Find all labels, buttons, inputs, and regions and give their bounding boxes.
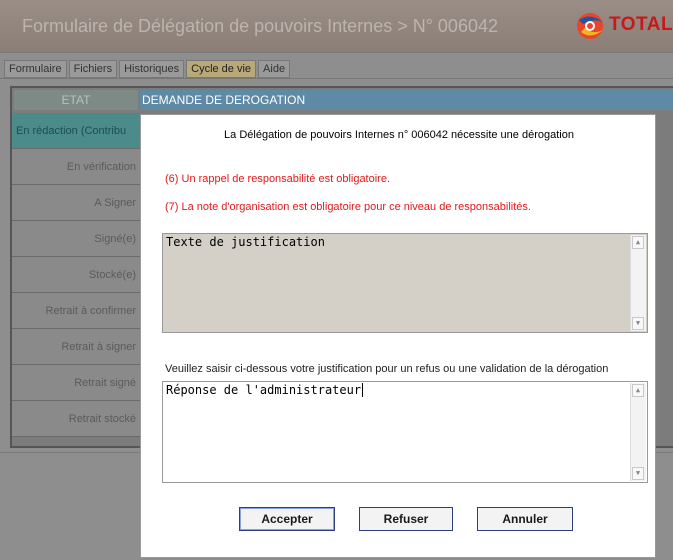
state-list: En rédaction (Contribu En vérification A… [12,113,140,437]
column-header-etat: ETAT [14,90,138,110]
column-header-demande: DEMANDE DE DEROGATION [140,90,673,110]
state-row[interactable]: Retrait à signer [12,329,140,365]
accept-button[interactable]: Accepter [239,507,335,531]
total-logo-icon [577,13,603,39]
state-row[interactable]: Signé(e) [12,221,140,257]
cancel-button[interactable]: Annuler [477,507,573,531]
refuse-button[interactable]: Refuser [359,507,453,531]
derogation-dialog: La Délégation de pouvoirs Internes n° 00… [140,114,656,558]
justification-instruction: Veuillez saisir ci-dessous votre justifi… [165,363,609,375]
justification-text: Texte de justification [166,235,325,249]
tab-bar: Formulaire Fichiers Historiques Cycle de… [4,60,291,78]
justification-scrollbar[interactable]: ▲ ▼ [630,235,646,331]
logo-text: TOTAL [609,14,673,35]
dialog-title: La Délégation de pouvoirs Internes n° 00… [224,129,574,141]
scroll-down-icon[interactable]: ▼ [632,317,644,330]
state-row[interactable]: Retrait stocké [12,401,140,437]
response-scrollbar[interactable]: ▲ ▼ [630,383,646,481]
error-message-7: (7) La note d'organisation est obligatoi… [165,201,531,213]
page-title: Formulaire de Délégation de pouvoirs Int… [22,16,498,36]
scroll-up-icon[interactable]: ▲ [632,236,644,249]
application-window: Formulaire de Délégation de pouvoirs Int… [0,0,673,560]
scroll-down-icon[interactable]: ▼ [632,467,644,480]
text-cursor [362,383,364,397]
response-text: Réponse de l'administrateur [166,383,362,397]
state-row[interactable]: En vérification [12,149,140,185]
tab-divider [0,78,673,79]
total-logo: TOTAL [573,10,673,42]
tab-formulaire[interactable]: Formulaire [4,60,67,78]
state-row[interactable]: Retrait à confirmer [12,293,140,329]
justification-textarea[interactable]: Texte de justification ▲ ▼ [162,233,648,333]
state-row[interactable]: A Signer [12,185,140,221]
header-bar: Formulaire de Délégation de pouvoirs Int… [0,0,673,53]
scroll-up-icon[interactable]: ▲ [632,384,644,397]
error-message-6: (6) Un rappel de responsabilité est obli… [165,173,391,185]
tab-historiques[interactable]: Historiques [119,60,185,78]
tab-fichiers[interactable]: Fichiers [68,60,118,78]
state-row[interactable]: Retrait signé [12,365,140,401]
tab-cycle-de-vie[interactable]: Cycle de vie [186,60,257,78]
state-row-current[interactable]: En rédaction (Contribu [12,113,140,149]
state-row[interactable]: Stocké(e) [12,257,140,293]
response-textarea[interactable]: Réponse de l'administrateur ▲ ▼ [162,381,648,483]
tab-aide[interactable]: Aide [258,60,291,78]
